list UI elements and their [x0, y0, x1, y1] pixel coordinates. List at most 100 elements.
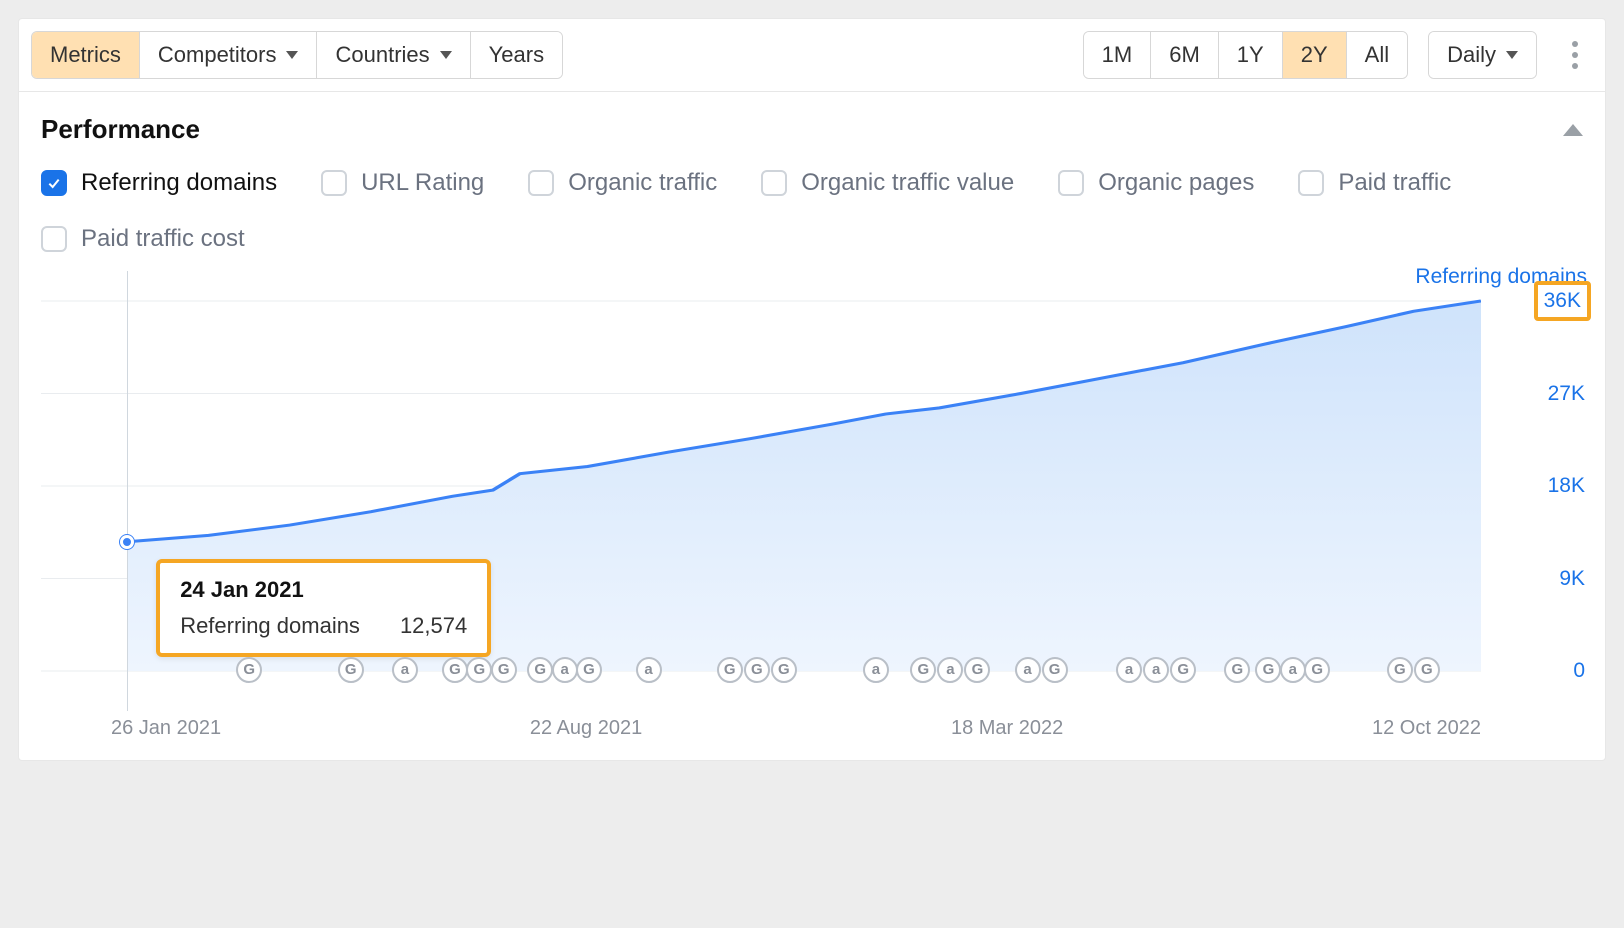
x-axis-tick: 12 Oct 2022 [1372, 717, 1481, 740]
performance-panel: MetricsCompetitorsCountriesYears 1M6M1Y2… [18, 18, 1606, 761]
metric-checkbox-paid-traffic[interactable]: Paid traffic [1298, 169, 1451, 197]
filter-tab-competitors[interactable]: Competitors [140, 32, 318, 78]
toolbar: Metrics Competitors Countries Years 1M6M1Y2… [19, 19, 1605, 92]
checkbox-icon [1298, 170, 1324, 196]
y-axis-tick: 27K [1542, 378, 1591, 410]
event-marker-icon[interactable]: G [771, 657, 797, 683]
event-marker-icon[interactable]: G [442, 657, 468, 683]
granularity-group: Daily [1428, 31, 1537, 79]
chart-holder: 24 Jan 2021 Referring domains 12,574 GGa… [41, 271, 1591, 711]
event-marker-icon[interactable]: G [527, 657, 553, 683]
event-marker-icon[interactable]: G [964, 657, 990, 683]
filter-tab-years[interactable]: Years [471, 32, 562, 78]
event-marker-icon[interactable]: G [910, 657, 936, 683]
checkbox-icon [41, 170, 67, 196]
caret-down-icon [286, 51, 298, 59]
filter-tab-countries[interactable]: Countries [317, 32, 470, 78]
event-marker-icon[interactable]: a [863, 657, 889, 683]
event-marker-icon[interactable]: a [552, 657, 578, 683]
event-marker-icon[interactable]: G [1387, 657, 1413, 683]
filter-tab-metrics[interactable]: Metrics [32, 32, 140, 78]
metric-checkbox-organic-traffic-value[interactable]: Organic traffic value [761, 169, 1014, 197]
metric-label: URL Rating [361, 169, 484, 197]
metric-label: Paid traffic [1338, 169, 1451, 197]
y-axis-tick: 18K [1542, 470, 1591, 502]
event-marker-icon[interactable]: G [744, 657, 770, 683]
metric-label: Referring domains [81, 169, 277, 197]
event-marker-icon[interactable]: G [236, 657, 262, 683]
filter-group-main: Metrics Competitors Countries Years [31, 31, 563, 79]
metric-checkbox-organic-pages[interactable]: Organic pages [1058, 169, 1254, 197]
chart-y-axis: 36K 27K 18K 9K 0 [1481, 271, 1591, 711]
metric-checkbox-referring-domains[interactable]: Referring domains [41, 169, 277, 197]
event-marker-icon[interactable]: a [1143, 657, 1169, 683]
y-axis-tick: 0 [1567, 655, 1591, 687]
collapse-button[interactable] [1563, 124, 1583, 136]
chart-x-axis: 26 Jan 2021 22 Aug 2021 18 Mar 2022 12 Oct … [41, 711, 1591, 740]
range-tab-1m[interactable]: 1M [1084, 32, 1152, 78]
event-marker-icon[interactable]: G [1304, 657, 1330, 683]
chart-event-markers: GGaGGGGaGaGGGaGaGaGaaGGGaGGG [41, 657, 1481, 687]
filter-tab-label: Metrics [50, 42, 121, 68]
metric-label: Organic pages [1098, 169, 1254, 197]
metric-label: Organic traffic value [801, 169, 1014, 197]
metric-checkbox-url-rating[interactable]: URL Rating [321, 169, 484, 197]
checkbox-icon [1058, 170, 1084, 196]
event-marker-icon[interactable]: G [717, 657, 743, 683]
event-marker-icon[interactable]: a [1280, 657, 1306, 683]
event-marker-icon[interactable]: G [1042, 657, 1068, 683]
event-marker-icon[interactable]: a [636, 657, 662, 683]
event-marker-icon[interactable]: G [576, 657, 602, 683]
time-range-group: 1M6M1Y2YAll [1083, 31, 1408, 79]
metric-checkbox-row: Referring domains URL Rating Organic traff… [19, 153, 1605, 263]
more-menu-button[interactable] [1557, 37, 1593, 73]
section-title: Performance [41, 114, 200, 145]
event-marker-icon[interactable]: a [392, 657, 418, 683]
chevron-up-icon [1563, 124, 1583, 136]
y-axis-tick: 9K [1553, 563, 1591, 595]
checkbox-icon [528, 170, 554, 196]
tooltip-metric-value: 12,574 [400, 613, 467, 639]
filter-tab-label: Countries [335, 42, 429, 68]
checkbox-icon [761, 170, 787, 196]
event-marker-icon[interactable]: a [1015, 657, 1041, 683]
range-tab-6m[interactable]: 6M [1151, 32, 1219, 78]
chart-tooltip: 24 Jan 2021 Referring domains 12,574 [156, 559, 491, 657]
tooltip-metric-name: Referring domains [180, 613, 360, 639]
x-axis-tick: 26 Jan 2021 [111, 717, 221, 740]
chart-plot-area[interactable]: 24 Jan 2021 Referring domains 12,574 GGa… [41, 271, 1481, 711]
granularity-select[interactable]: Daily [1429, 32, 1536, 78]
range-tab-2y[interactable]: 2Y [1283, 32, 1347, 78]
filter-tab-label: Years [489, 42, 544, 68]
metric-checkbox-paid-traffic-cost[interactable]: Paid traffic cost [41, 225, 245, 253]
metric-label: Organic traffic [568, 169, 717, 197]
event-marker-icon[interactable]: G [1255, 657, 1281, 683]
x-axis-tick: 18 Mar 2022 [951, 717, 1063, 740]
event-marker-icon[interactable]: G [338, 657, 364, 683]
checkbox-icon [41, 226, 67, 252]
event-marker-icon[interactable]: G [491, 657, 517, 683]
filter-tab-label: Competitors [158, 42, 277, 68]
tooltip-date: 24 Jan 2021 [180, 577, 467, 603]
metric-label: Paid traffic cost [81, 225, 245, 253]
event-marker-icon[interactable]: G [466, 657, 492, 683]
granularity-label: Daily [1447, 42, 1496, 68]
tooltip-row: Referring domains 12,574 [180, 613, 467, 639]
metric-checkbox-organic-traffic[interactable]: Organic traffic [528, 169, 717, 197]
event-marker-icon[interactable]: G [1170, 657, 1196, 683]
hover-marker-line [127, 271, 128, 711]
section-header: Performance [19, 92, 1605, 153]
event-marker-icon[interactable]: a [1116, 657, 1142, 683]
event-marker-icon[interactable]: a [937, 657, 963, 683]
y-axis-tick: 36K [1534, 281, 1591, 321]
caret-down-icon [1506, 51, 1518, 59]
x-axis-tick: 22 Aug 2021 [530, 717, 642, 740]
checkbox-icon [321, 170, 347, 196]
event-marker-icon[interactable]: G [1224, 657, 1250, 683]
chart-container: Referring domains 24 [19, 263, 1605, 760]
range-tab-1y[interactable]: 1Y [1219, 32, 1283, 78]
event-marker-icon[interactable]: G [1414, 657, 1440, 683]
caret-down-icon [440, 51, 452, 59]
range-tab-all[interactable]: All [1347, 32, 1407, 78]
hover-marker-dot [120, 535, 134, 549]
